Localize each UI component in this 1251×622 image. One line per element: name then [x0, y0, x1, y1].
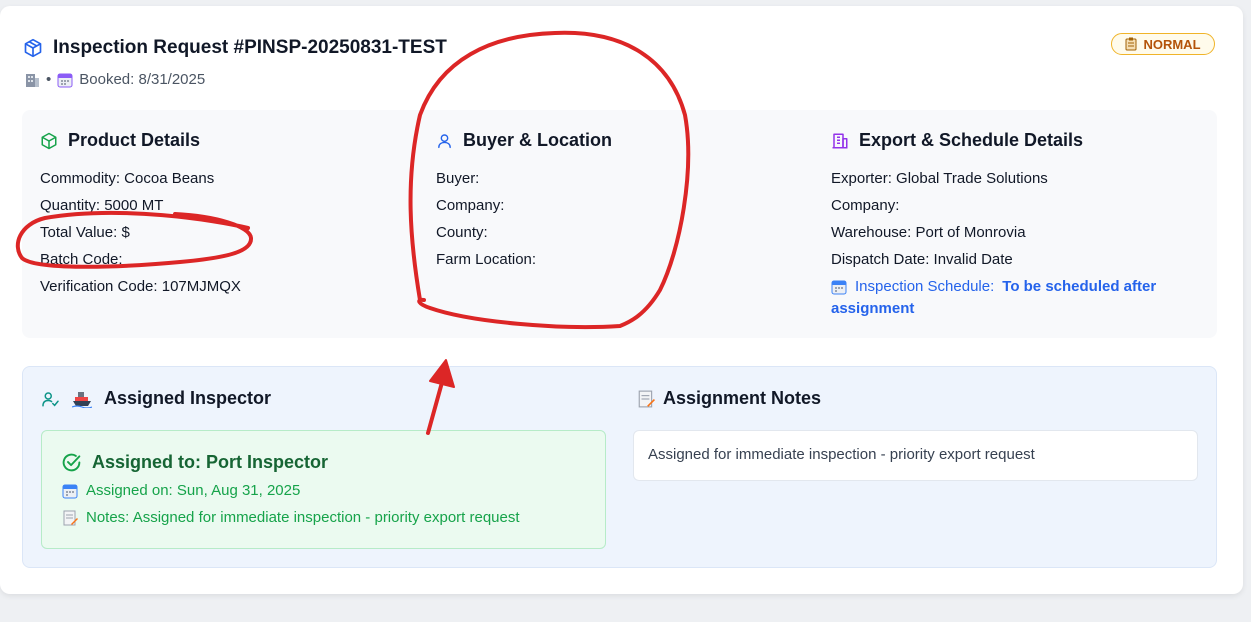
clipboard-icon — [1125, 37, 1137, 51]
assignment-notes-text: Notes: Assigned for immediate inspection… — [86, 509, 520, 526]
inspection-schedule-line: Inspection Schedule: To be scheduled aft… — [831, 278, 1156, 295]
building-icon — [26, 73, 39, 87]
assigned-to-row: Assigned to: Port Inspector — [61, 452, 328, 473]
buyer-location-heading: Buyer & Location — [436, 130, 612, 151]
quantity-line: Quantity: 5000 MT — [40, 197, 164, 214]
calendar-icon — [62, 484, 78, 498]
schedule-value: To be scheduled after — [1002, 278, 1157, 295]
assignment-notes-heading: Assignment Notes — [637, 388, 821, 409]
product-details-title: Product Details — [68, 130, 201, 150]
commodity-line: Commodity: Cocoa Beans — [40, 170, 215, 187]
memo-icon — [63, 510, 78, 525]
box-icon — [41, 132, 57, 149]
page-title: Inspection Request #PINSP-20250831-TEST — [53, 37, 447, 58]
schedule-label: Inspection Schedule: — [855, 278, 995, 295]
verification-code-line: Verification Code: 107MJMQX — [40, 278, 241, 295]
user-check-icon — [42, 391, 59, 406]
booking-meta: • Booked: 8/31/2025 — [24, 71, 205, 88]
exporter-line: Exporter: Global Trade Solutions — [831, 170, 1048, 187]
buyer-location-title: Buyer & Location — [463, 130, 613, 150]
assigned-on-text: Assigned on: Sun, Aug 31, 2025 — [86, 482, 301, 499]
check-circle-icon — [62, 453, 81, 472]
package-icon — [24, 38, 42, 58]
product-details-heading: Product Details — [40, 130, 200, 151]
user-icon — [438, 133, 451, 148]
booked-date: Booked: 8/31/2025 — [79, 71, 206, 88]
meta-separator: • — [46, 71, 52, 88]
total-value-line: Total Value: $ — [40, 224, 130, 241]
calendar-icon — [57, 73, 73, 87]
assigned-inspector-heading: Assigned Inspector — [41, 388, 271, 409]
schedule-value-continued: assignment — [831, 300, 915, 317]
assigned-inspector-title: Assigned Inspector — [104, 388, 272, 408]
memo-icon — [638, 390, 655, 407]
assigned-on-row: Assigned on: Sun, Aug 31, 2025 — [62, 482, 300, 499]
priority-badge: NORMAL — [1111, 33, 1215, 55]
badge-label: NORMAL — [1143, 36, 1201, 52]
assignment-notes-title: Assignment Notes — [663, 388, 822, 408]
assignment-notes-row: Notes: Assigned for immediate inspection… — [62, 509, 520, 526]
warehouse-line: Warehouse: Port of Monrovia — [831, 224, 1026, 241]
dispatch-date-line: Dispatch Date: Invalid Date — [831, 251, 1013, 268]
export-schedule-heading: Export & Schedule Details — [831, 130, 1083, 151]
ship-icon — [72, 391, 92, 408]
building-icon — [832, 133, 848, 148]
farm-location-line: Farm Location: — [436, 251, 537, 268]
calendar-icon — [831, 280, 847, 294]
exporter-company-line: Company: — [831, 197, 900, 214]
buyer-company-line: Company: — [436, 197, 505, 214]
county-line: County: — [436, 224, 488, 241]
batch-code-line: Batch Code: — [40, 251, 123, 268]
assignment-notes-box: Assigned for immediate inspection - prio… — [633, 430, 1198, 481]
export-schedule-title: Export & Schedule Details — [859, 130, 1084, 150]
assigned-to-text: Assigned to: Port Inspector — [92, 452, 329, 472]
buyer-line: Buyer: — [436, 170, 480, 187]
